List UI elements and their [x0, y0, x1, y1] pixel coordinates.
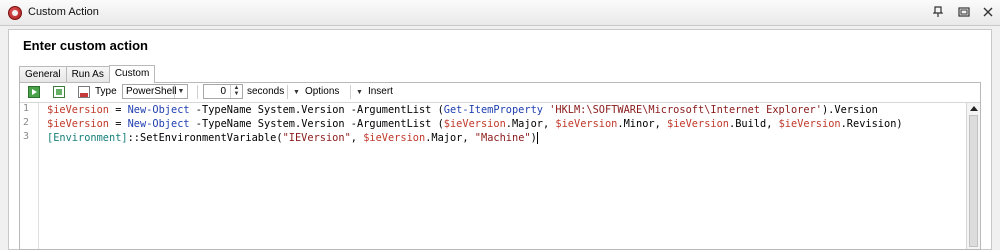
- vertical-scrollbar[interactable]: [966, 103, 980, 249]
- dialog-heading: Enter custom action: [23, 38, 148, 53]
- tab-general[interactable]: General: [19, 66, 67, 82]
- code-token: "IEVersion": [282, 132, 351, 144]
- code-line[interactable]: $ieVersion = New-Object -TypeName System…: [47, 117, 903, 131]
- line-number: 3: [23, 131, 30, 142]
- code-token: New-Object: [127, 118, 190, 130]
- toolbar-separator: [287, 85, 288, 99]
- line-number: 2: [23, 117, 30, 128]
- code-token: $ieVersion: [555, 118, 618, 130]
- copy-icon[interactable]: [53, 86, 65, 98]
- code-token: Get-ItemProperty: [443, 104, 543, 116]
- tab-strip: General Run As Custom: [19, 65, 156, 83]
- code-token: .Major,: [425, 132, 475, 144]
- code-token: ).Version: [821, 104, 878, 116]
- close-icon[interactable]: [980, 5, 996, 19]
- custom-tab-panel: Type PowerShell ▼ 0 ▲ ▼ seconds ▼ Options …: [19, 82, 981, 250]
- timeout-value: 0: [220, 86, 226, 97]
- tab-run-as[interactable]: Run As: [65, 66, 110, 82]
- scroll-up-icon[interactable]: [970, 106, 978, 111]
- restore-icon[interactable]: [956, 5, 972, 19]
- code-editor[interactable]: 1 2 3 $ieVersion = New-Object -TypeName …: [20, 102, 980, 249]
- timeout-stepper[interactable]: 0 ▲ ▼: [203, 84, 243, 99]
- code-token: .Revision): [840, 118, 903, 130]
- code-token: .Major,: [505, 118, 556, 130]
- insert-menu-button[interactable]: ▼ Insert: [356, 86, 393, 97]
- tab-custom[interactable]: Custom: [108, 65, 156, 83]
- code-token: New-Object: [127, 104, 190, 116]
- type-select[interactable]: PowerShell ▼: [122, 84, 188, 99]
- code-token: .Build,: [729, 118, 779, 130]
- type-label: Type: [95, 86, 117, 97]
- toolbar-separator: [350, 85, 351, 99]
- type-select-value: PowerShell: [126, 86, 177, 97]
- dropdown-arrow-icon: ▼: [293, 89, 300, 96]
- code-token: $ieVersion: [667, 118, 729, 130]
- code-token: $ieVersion: [363, 132, 426, 144]
- code-token: ,: [350, 132, 364, 144]
- code-line[interactable]: [Environment]::SetEnvironmentVariable("I…: [47, 131, 903, 145]
- code-token: [Environment]: [47, 132, 128, 144]
- title-bar: Custom Action: [0, 0, 1000, 26]
- document-icon[interactable]: [78, 86, 90, 98]
- code-token: $ieVersion: [778, 118, 841, 130]
- code-line[interactable]: $ieVersion = New-Object -TypeName System…: [47, 103, 903, 117]
- code-token: $ieVersion: [443, 118, 506, 130]
- scrollbar-thumb[interactable]: [969, 115, 978, 247]
- run-script-icon[interactable]: [28, 86, 40, 98]
- options-label: Options: [304, 86, 340, 97]
- code-token: =: [109, 118, 128, 130]
- code-token: .Minor,: [617, 118, 667, 130]
- options-menu-button[interactable]: ▼ Options: [293, 86, 339, 97]
- editor-toolbar: Type PowerShell ▼ 0 ▲ ▼ seconds ▼ Options …: [20, 83, 980, 102]
- code-token: =: [109, 104, 128, 116]
- chevron-down-icon[interactable]: ▼: [174, 85, 187, 98]
- toolbar-separator: [197, 85, 198, 99]
- code-token: ::SetEnvironmentVariable(: [127, 132, 283, 144]
- line-number: 1: [23, 103, 30, 114]
- stepper-arrows-icon[interactable]: ▲ ▼: [230, 85, 242, 98]
- text-caret: [536, 132, 538, 144]
- line-number-gutter: 1 2 3: [20, 103, 39, 249]
- code-token: -TypeName System.Version -ArgumentList (: [189, 118, 444, 130]
- code-text[interactable]: $ieVersion = New-Object -TypeName System…: [47, 103, 903, 145]
- code-token: -TypeName System.Version -ArgumentList (: [189, 104, 444, 116]
- insert-label: Insert: [367, 86, 393, 97]
- dropdown-arrow-icon: ▼: [356, 89, 363, 96]
- pin-icon[interactable]: [930, 5, 946, 19]
- app-icon: [8, 6, 22, 20]
- code-token: $ieVersion: [47, 118, 109, 130]
- code-token: 'HKLM:\SOFTWARE\Microsoft\Internet Explo…: [549, 104, 822, 116]
- code-token: "Machine": [474, 132, 531, 144]
- code-token: $ieVersion: [47, 104, 109, 116]
- window-title: Custom Action: [28, 6, 99, 18]
- seconds-label: seconds: [247, 86, 285, 97]
